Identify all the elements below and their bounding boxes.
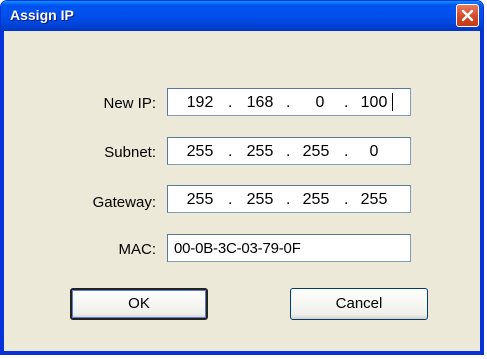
mac-label: MAC: bbox=[118, 241, 157, 258]
new-ip-octet-3[interactable]: 0 bbox=[302, 94, 338, 112]
gateway-label: Gateway: bbox=[92, 194, 156, 211]
dialog-body: New IP: 192 . 168 . 0 . 100 Subnet: 255 … bbox=[4, 31, 480, 351]
new-ip-field[interactable]: 192 . 168 . 0 . 100 bbox=[167, 88, 411, 116]
subnet-octet-3[interactable]: 255 bbox=[298, 143, 334, 161]
window-border-right bbox=[480, 31, 483, 354]
new-ip-octet-2[interactable]: 168 bbox=[242, 94, 278, 112]
subnet-octet-2[interactable]: 255 bbox=[242, 143, 278, 161]
ip-separator: . bbox=[286, 143, 291, 160]
ip-separator: . bbox=[228, 191, 233, 208]
new-ip-label: New IP: bbox=[103, 95, 156, 112]
new-ip-octet-4[interactable]: 100 bbox=[356, 94, 392, 112]
subnet-field[interactable]: 255 . 255 . 255 . 0 bbox=[167, 137, 411, 165]
subnet-octet-4[interactable]: 0 bbox=[356, 143, 392, 161]
mac-value[interactable]: 00-0B-3C-03-79-0F bbox=[174, 240, 301, 257]
assign-ip-dialog: Assign IP New IP: 192 . 168 . 0 . 100 Su… bbox=[0, 0, 484, 355]
ip-separator: . bbox=[344, 94, 349, 111]
subnet-octet-1[interactable]: 255 bbox=[182, 143, 218, 161]
title-bar[interactable]: Assign IP bbox=[1, 1, 483, 31]
ip-separator: . bbox=[344, 191, 349, 208]
close-icon bbox=[461, 9, 474, 22]
window-border-bottom bbox=[1, 351, 483, 354]
mac-field[interactable]: 00-0B-3C-03-79-0F bbox=[167, 234, 411, 262]
ip-separator: . bbox=[228, 143, 233, 160]
gateway-octet-1[interactable]: 255 bbox=[182, 191, 218, 209]
ok-button[interactable]: OK bbox=[70, 288, 208, 320]
ip-separator: . bbox=[344, 143, 349, 160]
close-button[interactable] bbox=[456, 4, 479, 27]
ip-separator: . bbox=[286, 94, 291, 111]
gateway-octet-3[interactable]: 255 bbox=[298, 191, 334, 209]
window-title: Assign IP bbox=[10, 7, 74, 23]
cancel-button[interactable]: Cancel bbox=[290, 288, 428, 320]
gateway-field[interactable]: 255 . 255 . 255 . 255 bbox=[167, 185, 411, 213]
window-border-left bbox=[1, 31, 4, 354]
ip-separator: . bbox=[286, 191, 291, 208]
gateway-octet-2[interactable]: 255 bbox=[242, 191, 278, 209]
text-caret bbox=[392, 93, 393, 111]
ip-separator: . bbox=[228, 94, 233, 111]
subnet-label: Subnet: bbox=[104, 144, 156, 161]
new-ip-octet-1[interactable]: 192 bbox=[182, 94, 218, 112]
gateway-octet-4[interactable]: 255 bbox=[356, 191, 392, 209]
